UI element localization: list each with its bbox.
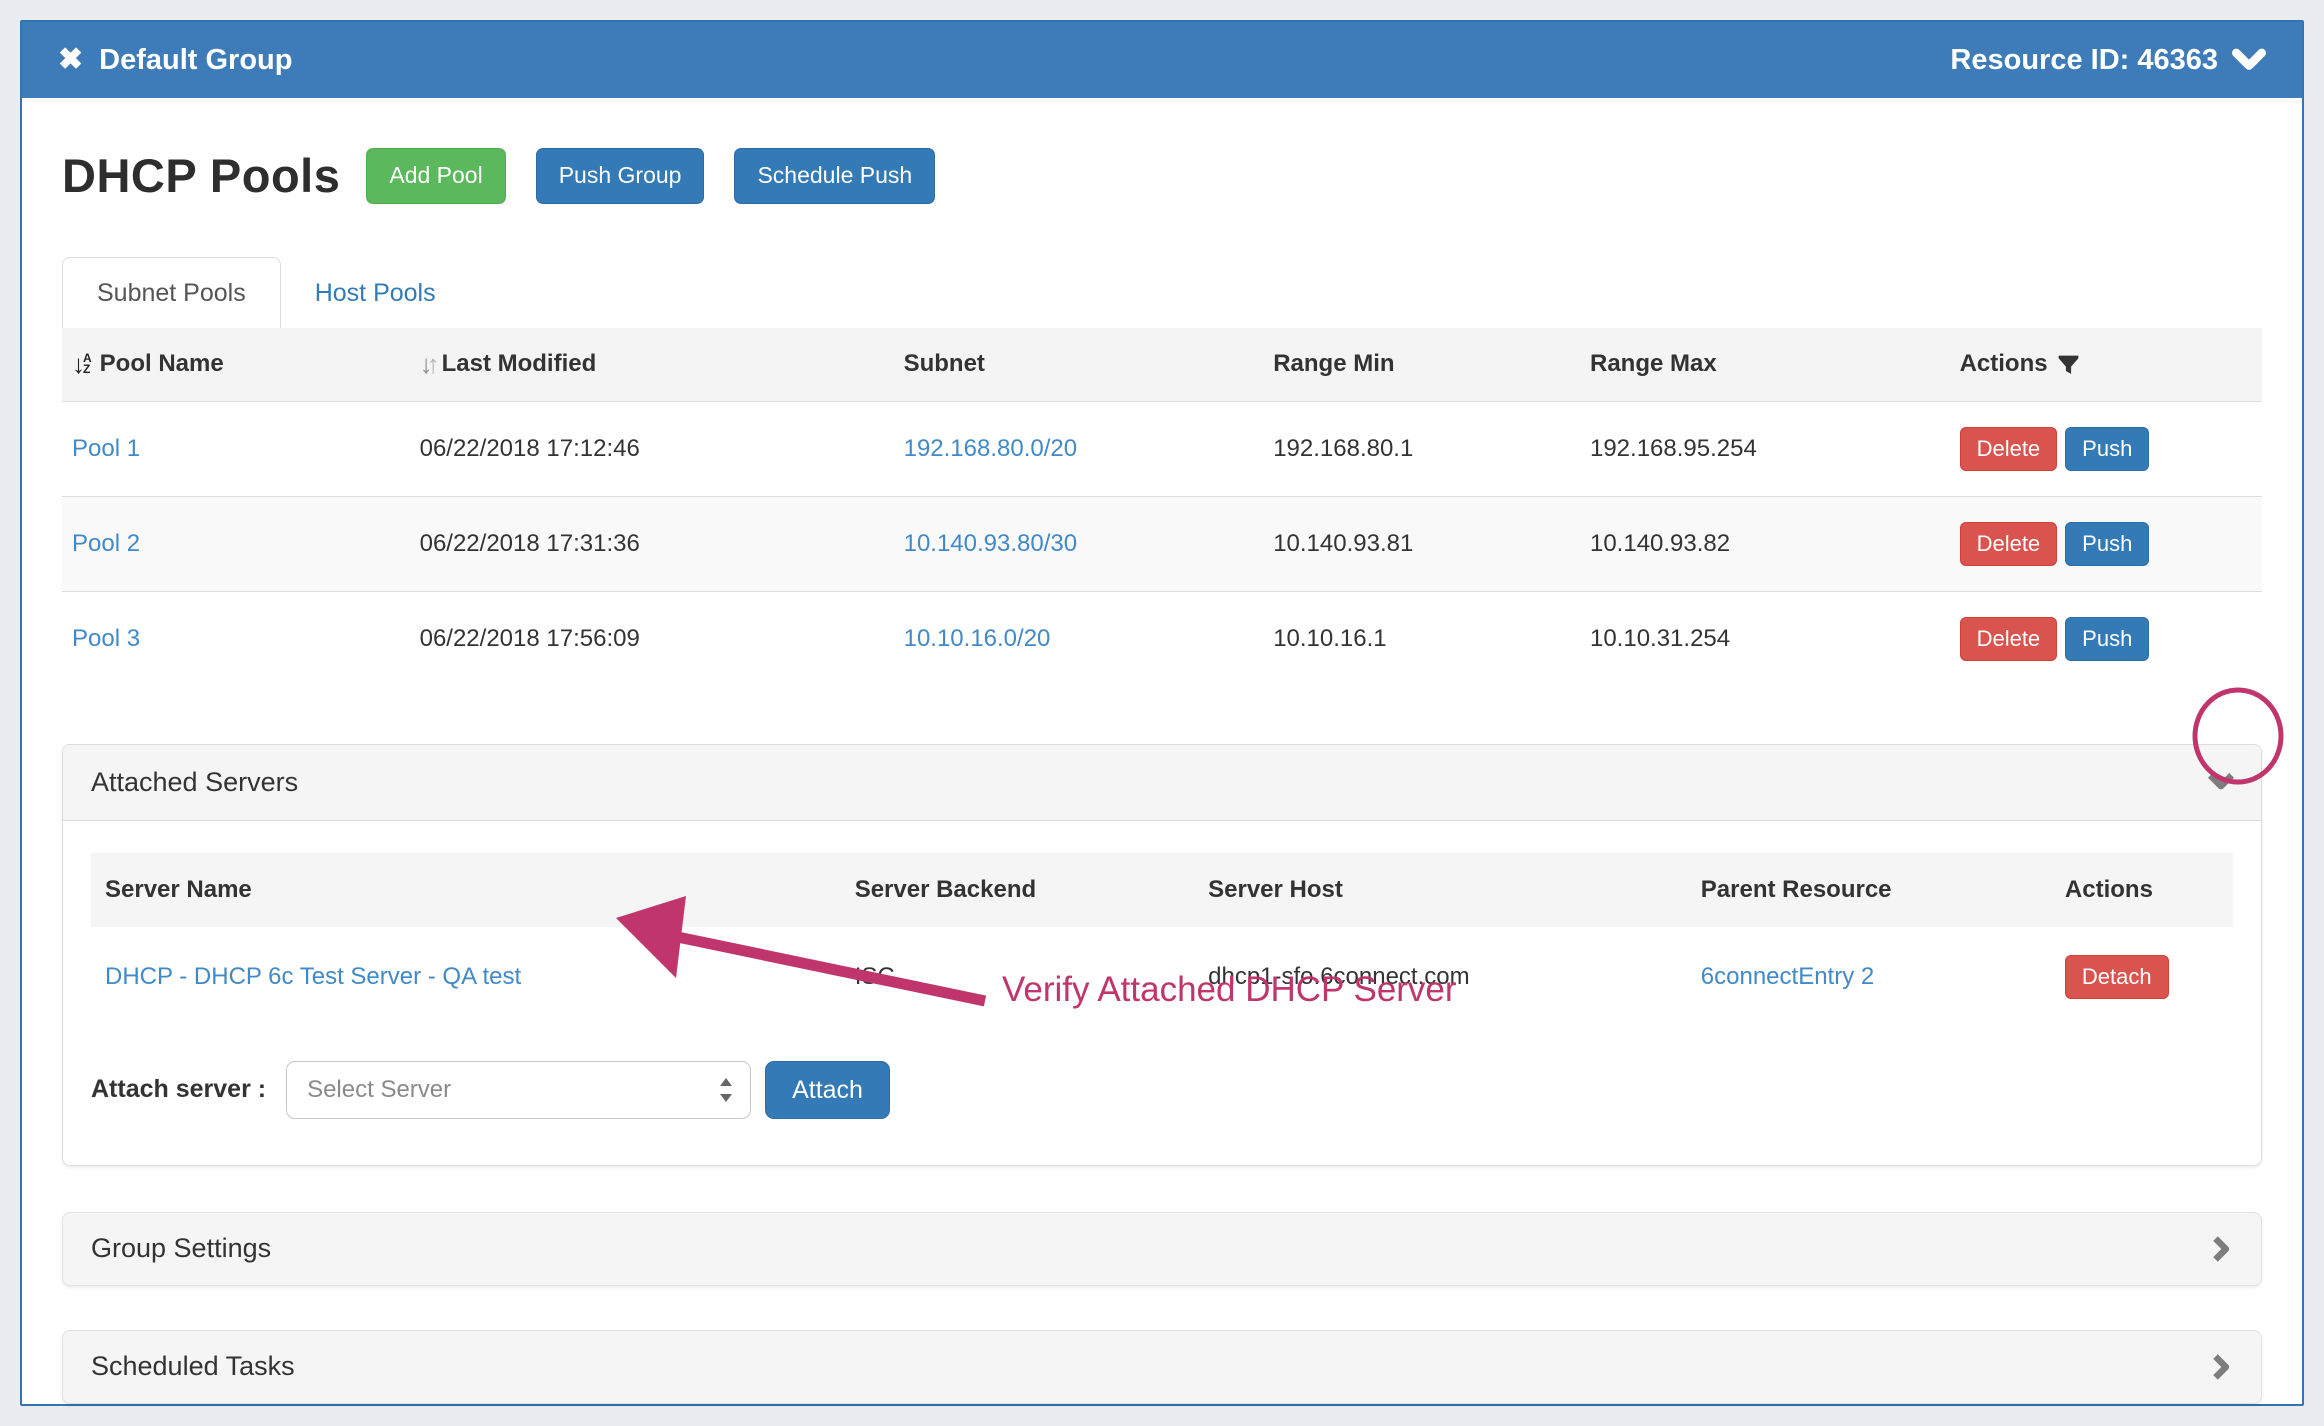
filter-icon[interactable] (2056, 352, 2081, 377)
page: ✖ Default Group Resource ID: 46363 DHCP … (0, 0, 2324, 1426)
schedule-push-button[interactable]: Schedule Push (734, 148, 935, 204)
push-button[interactable]: Push (2065, 522, 2149, 566)
sort-icon[interactable]: ↓ ↑ (420, 349, 434, 380)
pool-name-link[interactable]: Pool 3 (72, 625, 140, 652)
tab-subnet-pools[interactable]: Subnet Pools (62, 257, 281, 328)
attach-server-label: Attach server : (91, 1075, 266, 1104)
col-last-modified: Last Modified (442, 350, 597, 378)
attach-button[interactable]: Attach (765, 1061, 890, 1119)
col-server-name: Server Name (91, 853, 841, 927)
col-server-actions: Actions (2051, 853, 2233, 927)
attached-servers-header[interactable]: Attached Servers (63, 745, 2261, 821)
tab-host-pools[interactable]: Host Pools (281, 258, 470, 328)
push-button[interactable]: Push (2065, 617, 2149, 661)
col-range-max: Range Max (1590, 350, 1717, 377)
col-subnet: Subnet (904, 350, 985, 377)
pool-last-modified: 06/22/2018 17:12:46 (410, 401, 894, 496)
pool-row: Pool 2 06/22/2018 17:31:36 10.140.93.80/… (62, 496, 2262, 591)
card-body: DHCP Pools Add Pool Push Group Schedule … (22, 148, 2302, 1404)
pool-range-min: 10.140.93.81 (1263, 496, 1580, 591)
resource-id-toggle[interactable]: Resource ID: 46363 (1950, 44, 2266, 77)
push-group-button[interactable]: Push Group (536, 148, 705, 204)
server-table-header-row: Server Name Server Backend Server Host P… (91, 853, 2233, 927)
delete-button[interactable]: Delete (1960, 522, 2058, 566)
attach-server-row: Attach server : Select Server Attach (91, 1061, 2233, 1119)
col-server-host: Server Host (1194, 853, 1687, 927)
group-settings-panel[interactable]: Group Settings (62, 1212, 2262, 1286)
push-button[interactable]: Push (2065, 427, 2149, 471)
parent-resource-link[interactable]: 6connectEntry 2 (1701, 963, 1874, 990)
page-title: DHCP Pools (62, 148, 340, 203)
server-select-value: Select Server (307, 1076, 451, 1104)
pool-subnet-link[interactable]: 192.168.80.0/20 (904, 435, 1078, 462)
group-title: Default Group (99, 44, 292, 77)
pool-range-max: 10.140.93.82 (1580, 496, 1950, 591)
delete-button[interactable]: Delete (1960, 617, 2058, 661)
chevron-down-icon[interactable] (2205, 767, 2237, 797)
scheduled-tasks-title: Scheduled Tasks (91, 1351, 295, 1382)
col-pool-name: Pool Name (100, 350, 224, 378)
close-icon[interactable]: ✖ (58, 45, 83, 75)
pool-last-modified: 06/22/2018 17:56:09 (410, 591, 894, 686)
pool-range-max: 10.10.31.254 (1580, 591, 1950, 686)
delete-button[interactable]: Delete (1960, 427, 2058, 471)
pool-range-max: 192.168.95.254 (1580, 401, 1950, 496)
scheduled-tasks-panel[interactable]: Scheduled Tasks (62, 1330, 2262, 1404)
pool-row: Pool 3 06/22/2018 17:56:09 10.10.16.0/20… (62, 591, 2262, 686)
title-row: DHCP Pools Add Pool Push Group Schedule … (62, 148, 2262, 204)
group-header-bar: ✖ Default Group Resource ID: 46363 (22, 22, 2302, 98)
subnet-pools-table: ↓ AZ Pool Name ↓ ↑ (62, 328, 2262, 686)
pool-range-min: 192.168.80.1 (1263, 401, 1580, 496)
pool-name-link[interactable]: Pool 2 (72, 530, 140, 557)
pool-name-link[interactable]: Pool 1 (72, 435, 140, 462)
sort-alpha-icon[interactable]: ↓ AZ (72, 349, 92, 380)
server-select[interactable]: Select Server (286, 1061, 751, 1119)
pool-last-modified: 06/22/2018 17:31:36 (410, 496, 894, 591)
select-spinner-icon (718, 1075, 734, 1105)
pool-tabs: Subnet Pools Host Pools (62, 256, 2262, 328)
pool-row: Pool 1 06/22/2018 17:12:46 192.168.80.0/… (62, 401, 2262, 496)
chevron-right-icon (2209, 1233, 2235, 1265)
pool-range-min: 10.10.16.1 (1263, 591, 1580, 686)
group-settings-title: Group Settings (91, 1233, 271, 1264)
chevron-right-icon (2209, 1351, 2235, 1383)
add-pool-button[interactable]: Add Pool (366, 148, 505, 204)
server-name-link[interactable]: DHCP - DHCP 6c Test Server - QA test (105, 963, 521, 990)
resource-id-label: Resource ID: 46363 (1950, 44, 2218, 77)
col-server-backend: Server Backend (841, 853, 1194, 927)
detach-button[interactable]: Detach (2065, 955, 2169, 999)
col-actions: Actions (1960, 350, 2048, 378)
attached-servers-panel: Attached Servers Server Name (62, 744, 2262, 1166)
col-range-min: Range Min (1273, 350, 1394, 377)
group-header-left: ✖ Default Group (58, 44, 292, 77)
pool-table-header-row: ↓ AZ Pool Name ↓ ↑ (62, 328, 2262, 402)
pool-subnet-link[interactable]: 10.140.93.80/30 (904, 530, 1078, 557)
col-parent-resource: Parent Resource (1687, 853, 2051, 927)
chevron-down-icon (2232, 45, 2266, 75)
attached-servers-title: Attached Servers (91, 767, 298, 798)
default-group-card: ✖ Default Group Resource ID: 46363 DHCP … (20, 20, 2304, 1406)
pool-subnet-link[interactable]: 10.10.16.0/20 (904, 625, 1051, 652)
annotation-text: Verify Attached DHCP Server (1002, 970, 1457, 1010)
